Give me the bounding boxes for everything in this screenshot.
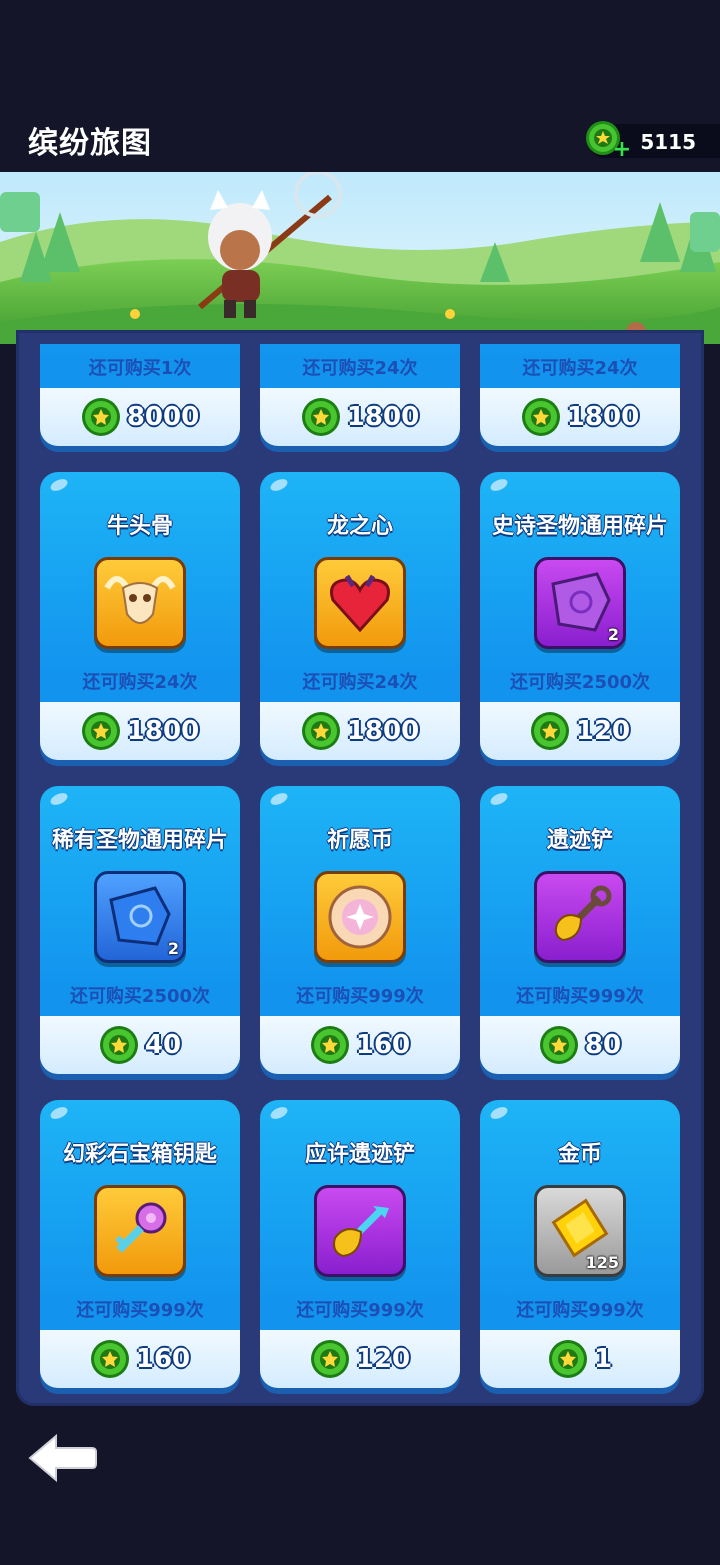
purchase-limit: 还可购买999次 bbox=[76, 1300, 204, 1321]
item-name: 稀有圣物通用碎片 bbox=[51, 828, 228, 853]
price: 8000 bbox=[126, 402, 200, 432]
purchase-limit: 还可购买1次 bbox=[88, 358, 192, 379]
card-shine bbox=[48, 476, 70, 494]
price: 120 bbox=[575, 716, 631, 746]
star-coin-icon bbox=[301, 397, 341, 437]
item-name: 应许遗迹铲 bbox=[304, 1142, 415, 1167]
price-button[interactable]: 120 bbox=[480, 711, 680, 751]
price-button[interactable]: 1800 bbox=[260, 711, 460, 751]
epic-relic-shard-icon: 2 bbox=[534, 557, 626, 649]
rare-relic-shard-icon: 2 bbox=[94, 871, 186, 963]
price-button[interactable]: 80 bbox=[480, 1025, 680, 1065]
price: 160 bbox=[355, 1030, 411, 1060]
purchase-limit: 还可购买999次 bbox=[516, 986, 644, 1007]
card-shine bbox=[268, 790, 290, 808]
purchase-limit: 还可购买24次 bbox=[302, 672, 418, 693]
item-name: 史诗圣物通用碎片 bbox=[491, 514, 668, 539]
star-coin-icon bbox=[548, 1339, 588, 1379]
item-name: 幻彩石宝箱钥匙 bbox=[62, 1142, 217, 1167]
price: 1800 bbox=[346, 716, 420, 746]
price: 1 bbox=[593, 1344, 613, 1374]
item-count: 125 bbox=[585, 1253, 619, 1272]
shop-card-epic-relic-shard[interactable]: 史诗圣物通用碎片 2 还可购买2500次 120 bbox=[480, 472, 680, 760]
shop-grid: 还可购买1次 8000 还可购买24次 1800 还可购买24次 1800 牛头… bbox=[0, 344, 720, 1406]
star-coin-icon bbox=[90, 1339, 130, 1379]
item-count: 2 bbox=[167, 939, 179, 958]
promised-shovel-icon bbox=[314, 1185, 406, 1277]
price-button[interactable]: 160 bbox=[40, 1339, 240, 1379]
item-name: 遗迹铲 bbox=[546, 828, 613, 853]
shop-card-chest-key[interactable]: 幻彩石宝箱钥匙 还可购买999次 160 bbox=[40, 1100, 240, 1388]
price: 40 bbox=[144, 1030, 182, 1060]
page-title: 缤纷旅图 bbox=[28, 126, 152, 161]
shop-card-rare-relic-shard[interactable]: 稀有圣物通用碎片 2 还可购买2500次 40 bbox=[40, 786, 240, 1074]
card-shine bbox=[48, 790, 70, 808]
item-name: 祈愿币 bbox=[326, 828, 393, 853]
card-shine bbox=[268, 1104, 290, 1122]
back-arrow-icon bbox=[28, 1433, 97, 1483]
star-coin-icon bbox=[81, 711, 121, 751]
relic-shovel-icon bbox=[534, 871, 626, 963]
back-button[interactable] bbox=[26, 1430, 98, 1486]
star-coin-icon bbox=[521, 397, 561, 437]
price: 120 bbox=[355, 1344, 411, 1374]
price-button[interactable]: 1800 bbox=[40, 711, 240, 751]
price-button[interactable]: 160 bbox=[260, 1025, 460, 1065]
card-shine bbox=[488, 790, 510, 808]
price-button[interactable]: 1 bbox=[480, 1339, 680, 1379]
wish-coin-icon bbox=[314, 871, 406, 963]
banner-scene bbox=[0, 172, 720, 344]
shop-card-gold-coin[interactable]: 金币 125 还可购买999次 1 bbox=[480, 1100, 680, 1388]
price: 1800 bbox=[126, 716, 200, 746]
shop-card-wish-coin[interactable]: 祈愿币 还可购买999次 160 bbox=[260, 786, 460, 1074]
star-coin-icon bbox=[530, 711, 570, 751]
star-coin-icon bbox=[310, 1025, 350, 1065]
star-coin-icon bbox=[99, 1025, 139, 1065]
card-shine bbox=[268, 476, 290, 494]
price: 80 bbox=[584, 1030, 622, 1060]
chest-key-icon bbox=[94, 1185, 186, 1277]
price-button[interactable]: 1800 bbox=[260, 397, 460, 437]
card-shine bbox=[488, 1104, 510, 1122]
shop-card[interactable]: 还可购买1次 8000 bbox=[40, 344, 240, 446]
price: 1800 bbox=[566, 402, 640, 432]
bull-skull-icon bbox=[94, 557, 186, 649]
price-button[interactable]: 1800 bbox=[480, 397, 680, 437]
item-name: 龙之心 bbox=[326, 514, 393, 539]
item-count: 2 bbox=[607, 625, 619, 644]
dragon-heart-icon bbox=[314, 557, 406, 649]
shop-card-dragon-heart[interactable]: 龙之心 还可购买24次 1800 bbox=[260, 472, 460, 760]
shop-card-relic-shovel[interactable]: 遗迹铲 还可购买999次 80 bbox=[480, 786, 680, 1074]
price-button[interactable]: 8000 bbox=[40, 397, 240, 437]
purchase-limit: 还可购买2500次 bbox=[509, 672, 651, 693]
item-name: 牛头骨 bbox=[106, 514, 173, 539]
purchase-limit: 还可购买24次 bbox=[302, 358, 418, 379]
star-coin-icon bbox=[301, 711, 341, 751]
shop-card[interactable]: 还可购买24次 1800 bbox=[260, 344, 460, 446]
price-button[interactable]: 120 bbox=[260, 1339, 460, 1379]
star-coin-icon bbox=[539, 1025, 579, 1065]
price-button[interactable]: 40 bbox=[40, 1025, 240, 1065]
price: 1800 bbox=[346, 402, 420, 432]
card-shine bbox=[48, 1104, 70, 1122]
bottom-bar bbox=[0, 1406, 720, 1565]
purchase-limit: 还可购买999次 bbox=[516, 1300, 644, 1321]
purchase-limit: 还可购买2500次 bbox=[69, 986, 211, 1007]
purchase-limit: 还可购买999次 bbox=[296, 986, 424, 1007]
shop-card-promised-shovel[interactable]: 应许遗迹铲 还可购买999次 120 bbox=[260, 1100, 460, 1388]
purchase-limit: 还可购买999次 bbox=[296, 1300, 424, 1321]
purchase-limit: 还可购买24次 bbox=[82, 672, 198, 693]
card-shine bbox=[488, 476, 510, 494]
gold-coin-icon: 125 bbox=[534, 1185, 626, 1277]
purchase-limit: 还可购买24次 bbox=[522, 358, 638, 379]
add-currency-icon[interactable]: + bbox=[612, 139, 632, 161]
star-coin-icon bbox=[81, 397, 121, 437]
shop-card-bull-skull[interactable]: 牛头骨 还可购买24次 1800 bbox=[40, 472, 240, 760]
price: 160 bbox=[135, 1344, 191, 1374]
item-name: 金币 bbox=[557, 1142, 602, 1167]
star-coin-icon bbox=[310, 1339, 350, 1379]
shop-card[interactable]: 还可购买24次 1800 bbox=[480, 344, 680, 446]
currency-amount: 5115 bbox=[640, 130, 696, 154]
